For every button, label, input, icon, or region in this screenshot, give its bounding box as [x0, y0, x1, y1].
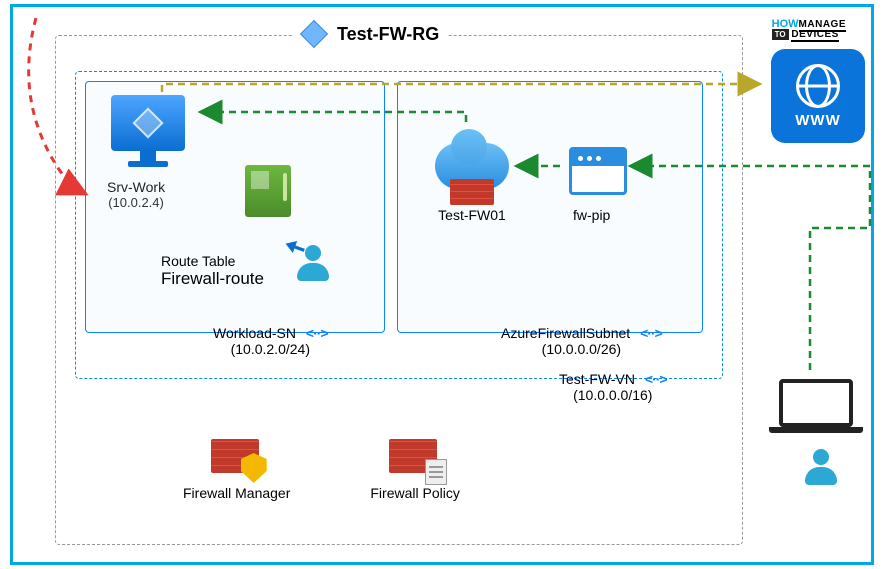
resource-group-name: Test-FW-RG	[337, 24, 439, 45]
firewall-policy-item: Firewall Policy	[370, 439, 459, 501]
firewall-subnet-cidr: (10.0.0.0/26)	[542, 341, 621, 357]
firewall-subnet-name: AzureFirewallSubnet	[501, 325, 630, 341]
firewall-policy-icon	[389, 439, 441, 479]
public-ip-name: fw-pip	[573, 207, 610, 223]
firewall-subnet-label: AzureFirewallSubnet <··> (10.0.0.0/26)	[501, 325, 662, 357]
workload-subnet-cidr: (10.0.2.0/24)	[231, 341, 310, 357]
firewall-name: Test-FW01	[427, 207, 517, 223]
logo-devices: DEVICES	[791, 29, 838, 42]
firewall-policy-label: Firewall Policy	[370, 485, 459, 501]
route-table-name: Firewall-route	[161, 269, 264, 289]
globe-icon	[796, 64, 840, 108]
diagram-frame: HOWMANAGE TO DEVICES Test-FW-RG Srv-Work…	[10, 4, 874, 565]
nic-server-icon	[245, 165, 291, 217]
firewall-icon	[435, 143, 509, 205]
vnet-name: Test-FW-VN	[559, 371, 635, 387]
workload-subnet-label: Workload-SN <··> (10.0.2.0/24)	[213, 325, 328, 357]
vnet-cidr: (10.0.0.0/16)	[573, 387, 652, 403]
bottom-resources: Firewall Manager Firewall Policy	[183, 439, 460, 501]
vnet-label: Test-FW-VN <··> (10.0.0.0/16)	[559, 371, 667, 403]
peering-icon: <··>	[645, 371, 667, 387]
peering-icon: <··>	[640, 325, 662, 341]
public-ip-icon	[569, 147, 627, 195]
firewall-manager-item: Firewall Manager	[183, 439, 290, 501]
internet-label: WWW	[795, 112, 840, 129]
client-laptop-icon	[779, 379, 863, 433]
logo-to: TO	[772, 29, 789, 40]
peering-icon: <··>	[306, 325, 328, 341]
resource-group-icon	[301, 21, 327, 47]
firewall-manager-label: Firewall Manager	[183, 485, 290, 501]
route-table-caption: Route Table	[161, 253, 264, 269]
resource-group-header: Test-FW-RG	[293, 21, 447, 47]
firewall-manager-icon	[211, 439, 263, 479]
workload-subnet-name: Workload-SN	[213, 325, 296, 341]
vm-name: Srv-Work	[107, 179, 165, 195]
vm-ip: (10.0.2.4)	[107, 195, 165, 210]
vm-label: Srv-Work (10.0.2.4)	[107, 179, 165, 210]
vm-icon	[111, 95, 185, 167]
external-user-icon	[803, 449, 839, 485]
internet-icon: WWW	[771, 49, 865, 143]
brand-logo: HOWMANAGE TO DEVICES	[772, 19, 846, 40]
route-table-label: Route Table Firewall-route	[161, 253, 264, 289]
